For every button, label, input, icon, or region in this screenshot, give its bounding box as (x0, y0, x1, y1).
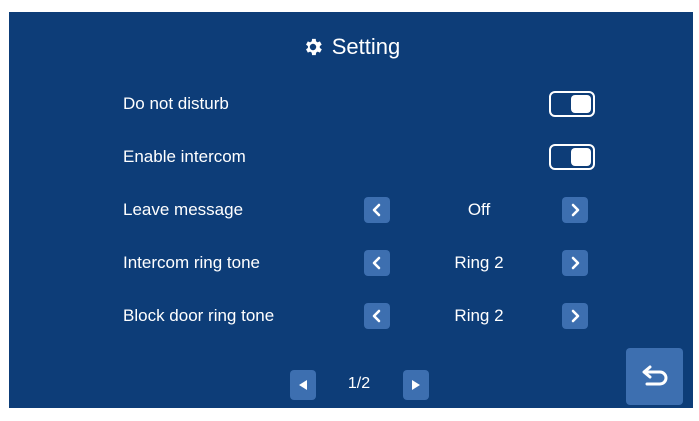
enable-intercom-label: Enable intercom (123, 147, 246, 166)
prev-page-button[interactable] (290, 370, 316, 400)
gear-icon (305, 38, 322, 56)
chevron-right-icon (571, 309, 580, 323)
leave-message-prev-button[interactable] (364, 197, 390, 223)
title-text: Setting (331, 34, 401, 59)
settings-screen: Setting Do not disturb Enable intercom L… (9, 12, 693, 408)
triangle-right-icon (412, 380, 420, 390)
toggle-knob (571, 148, 591, 166)
intercom-ring-tone-prev-button[interactable] (364, 250, 390, 276)
do-not-disturb-toggle[interactable] (549, 91, 595, 117)
back-button[interactable] (626, 348, 683, 405)
leave-message-value: Off (467, 200, 491, 219)
chevron-left-icon (372, 309, 381, 323)
chevron-left-icon (372, 256, 381, 270)
chevron-right-icon (571, 203, 580, 217)
return-icon (642, 365, 667, 385)
page-title: Setting (9, 34, 693, 60)
do-not-disturb-label: Do not disturb (123, 94, 229, 113)
intercom-ring-tone-value: Ring 2 (454, 253, 504, 272)
enable-intercom-toggle[interactable] (549, 144, 595, 170)
page-indicator: 1/2 (347, 375, 371, 392)
toggle-knob (571, 95, 591, 113)
chevron-left-icon (372, 203, 381, 217)
chevron-right-icon (571, 256, 580, 270)
leave-message-next-button[interactable] (562, 197, 588, 223)
block-door-ring-tone-label: Block door ring tone (123, 306, 275, 325)
intercom-ring-tone-label: Intercom ring tone (123, 253, 261, 272)
next-page-button[interactable] (403, 370, 429, 400)
intercom-ring-tone-next-button[interactable] (562, 250, 588, 276)
block-door-ring-tone-value: Ring 2 (454, 306, 504, 325)
block-door-ring-tone-prev-button[interactable] (364, 303, 390, 329)
triangle-left-icon (299, 380, 307, 390)
leave-message-label: Leave message (123, 200, 244, 219)
block-door-ring-tone-next-button[interactable] (562, 303, 588, 329)
